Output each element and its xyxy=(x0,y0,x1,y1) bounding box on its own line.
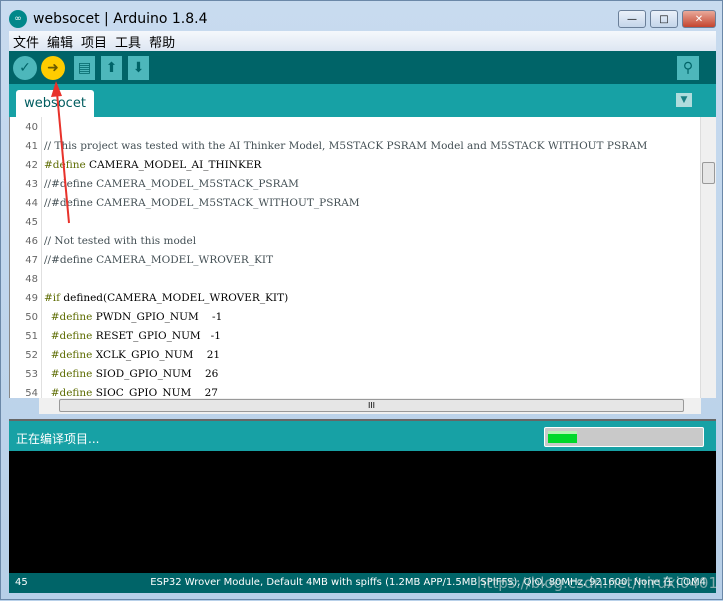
toolbar: ✓ ➜ ▤ ⬆ ⬇ ⚲ xyxy=(9,51,716,84)
code-text: #define PWDN_GPIO_NUM -1 xyxy=(50,311,223,323)
watermark: https://blog.csdn.net/niruxi0401 xyxy=(476,574,718,592)
code-line: 50 #define PWDN_GPIO_NUM -1 xyxy=(10,308,700,327)
upload-button[interactable]: ➜ xyxy=(41,56,65,80)
current-line-number: 45 xyxy=(15,577,28,588)
tab-menu-chevron-icon[interactable]: ▼ xyxy=(676,93,692,107)
code-line: 53 #define SIOD_GPIO_NUM 26 xyxy=(10,365,700,384)
open-button[interactable]: ⬆ xyxy=(101,56,122,80)
vertical-scrollbar[interactable] xyxy=(700,117,716,398)
line-number: 46 xyxy=(25,236,38,247)
verify-button[interactable]: ✓ xyxy=(13,56,37,80)
code-line: 44 //#define CAMERA_MODEL_M5STACK_WITHOUT… xyxy=(10,194,700,213)
line-number: 54 xyxy=(25,388,38,398)
status-area: 正在编译项目... xyxy=(9,419,716,451)
code-editor[interactable]: 40 41 // This project was tested with the … xyxy=(9,117,716,398)
progress-bar xyxy=(544,427,704,447)
arduino-window: ∞ websocet | Arduino 1.8.4 — □ ✕ 文件 编辑 项… xyxy=(0,0,723,600)
line-number: 40 xyxy=(25,122,38,133)
horizontal-scroll-thumb[interactable]: III xyxy=(59,399,684,412)
new-button[interactable]: ▤ xyxy=(74,56,95,80)
menu-sketch[interactable]: 项目 xyxy=(77,32,111,51)
tab-websocet[interactable]: websocet xyxy=(16,90,94,117)
arduino-logo-icon: ∞ xyxy=(9,10,27,28)
menu-help[interactable]: 帮助 xyxy=(145,32,179,51)
line-number: 49 xyxy=(25,293,38,304)
code-text: #define RESET_GPIO_NUM -1 xyxy=(50,330,221,342)
menu-file[interactable]: 文件 xyxy=(9,32,43,51)
line-number: 50 xyxy=(25,312,38,323)
code-line: 49 #if defined(CAMERA_MODEL_WROVER_KIT) xyxy=(10,289,700,308)
line-number: 47 xyxy=(25,255,38,266)
minimize-button[interactable]: — xyxy=(618,10,646,28)
code-text: //#define CAMERA_MODEL_M5STACK_PSRAM xyxy=(44,178,299,190)
line-number: 53 xyxy=(25,369,38,380)
code-text: //#define CAMERA_MODEL_WROVER_KIT xyxy=(44,254,274,266)
code-line: 45 xyxy=(10,213,700,232)
status-message: 正在编译项目... xyxy=(16,432,100,446)
menu-tools[interactable]: 工具 xyxy=(111,32,145,51)
code-text: #if defined(CAMERA_MODEL_WROVER_KIT) xyxy=(44,292,289,304)
line-number: 48 xyxy=(25,274,38,285)
code-text: #define CAMERA_MODEL_AI_THINKER xyxy=(44,159,262,171)
code-text: #define SIOD_GPIO_NUM 26 xyxy=(50,368,219,380)
line-number: 52 xyxy=(25,350,38,361)
code-text: // This project was tested with the AI T… xyxy=(44,140,648,152)
line-number: 43 xyxy=(25,179,38,190)
serial-monitor-button[interactable]: ⚲ xyxy=(677,56,699,80)
code-text: // Not tested with this model xyxy=(44,235,197,247)
progress-fill xyxy=(548,431,578,443)
code-line: 40 xyxy=(10,118,700,137)
window-title: websocet | Arduino 1.8.4 xyxy=(33,11,208,27)
close-button[interactable]: ✕ xyxy=(682,10,716,28)
line-number: 45 xyxy=(25,217,38,228)
line-number: 51 xyxy=(25,331,38,342)
code-line: 43 //#define CAMERA_MODEL_M5STACK_PSRAM xyxy=(10,175,700,194)
tab-strip: websocet ▼ xyxy=(9,84,716,117)
code-line: 42 #define CAMERA_MODEL_AI_THINKER xyxy=(10,156,700,175)
code-line: 41 // This project was tested with the AI… xyxy=(10,137,700,156)
code-line: 48 xyxy=(10,270,700,289)
line-number: 44 xyxy=(25,198,38,209)
code-line: 47 //#define CAMERA_MODEL_WROVER_KIT xyxy=(10,251,700,270)
menu-edit[interactable]: 编辑 xyxy=(43,32,77,51)
code-line: 46 // Not tested with this model xyxy=(10,232,700,251)
maximize-button[interactable]: □ xyxy=(650,10,678,28)
code-text: #define XCLK_GPIO_NUM 21 xyxy=(50,349,221,361)
code-line: 54 #define SIOC_GPIO_NUM 27 xyxy=(10,384,700,398)
code-text: #define SIOC_GPIO_NUM 27 xyxy=(50,387,218,398)
code-line: 51 #define RESET_GPIO_NUM -1 xyxy=(10,327,700,346)
console-output[interactable] xyxy=(9,451,716,573)
code-text: //#define CAMERA_MODEL_M5STACK_WITHOUT_P… xyxy=(44,197,360,209)
title-bar: ∞ websocet | Arduino 1.8.4 xyxy=(9,7,207,31)
vertical-scroll-thumb[interactable] xyxy=(702,162,715,184)
code-line: 52 #define XCLK_GPIO_NUM 21 xyxy=(10,346,700,365)
line-number: 41 xyxy=(25,141,38,152)
line-number: 42 xyxy=(25,160,38,171)
save-button[interactable]: ⬇ xyxy=(128,56,149,80)
menu-bar: 文件 编辑 项目 工具 帮助 xyxy=(9,31,716,51)
horizontal-scrollbar[interactable]: III xyxy=(39,398,701,414)
